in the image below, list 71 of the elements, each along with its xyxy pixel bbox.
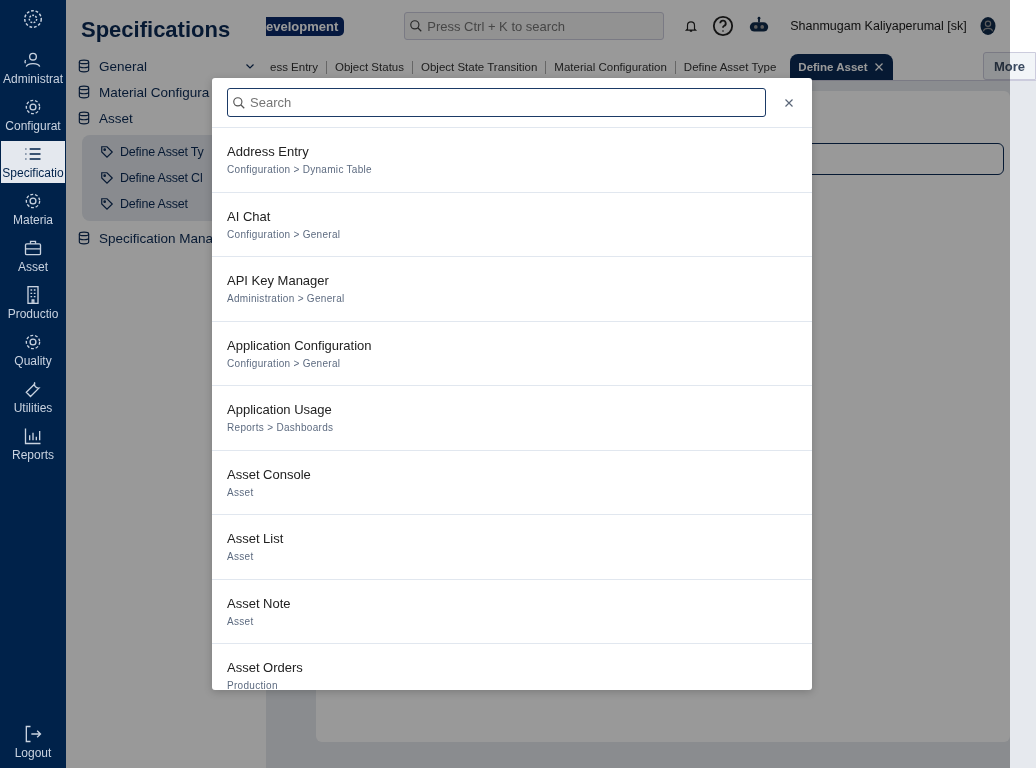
result-path: Asset (227, 551, 255, 563)
tag-icon (100, 197, 114, 211)
bell-icon[interactable] (684, 19, 699, 33)
search-result[interactable]: AI Chat Configuration > General (212, 192, 812, 257)
search-result[interactable]: Asset Orders Production (212, 644, 812, 690)
rail-item[interactable]: Specificatio (1, 141, 65, 183)
search-result[interactable]: Asset Note Asset (212, 579, 812, 644)
search-result[interactable]: Asset List Asset (212, 515, 812, 580)
tag-icon (100, 145, 114, 159)
gear-icon (23, 97, 43, 117)
page-tab[interactable]: ess Entry (266, 54, 326, 80)
briefcase-icon (23, 238, 43, 258)
search-icon (409, 19, 424, 33)
page-tab[interactable]: Object State Transition (413, 54, 546, 80)
result-path: Asset (227, 615, 255, 627)
page-tab[interactable]: Define Asset Type (675, 54, 785, 80)
search-result[interactable]: Application Usage Reports > Dashboards (212, 386, 812, 451)
search-result[interactable]: Asset Console Asset (212, 450, 812, 515)
rail-item[interactable]: Administrat (1, 47, 65, 89)
result-title: Address Entry (227, 144, 310, 160)
result-path: Configuration > Dynamic Table (227, 164, 373, 176)
bar-chart-icon (23, 426, 43, 446)
result-title: AI Chat (227, 208, 272, 224)
avatar-icon[interactable] (978, 14, 997, 38)
rail-item[interactable]: Quality (1, 329, 65, 371)
rail-item[interactable]: Asset (1, 235, 65, 277)
global-search-field[interactable]: Press Ctrl + K to search (404, 12, 665, 40)
result-title: Asset List (227, 531, 285, 547)
logout-icon (23, 724, 43, 744)
sidebar-title: Specifications (81, 17, 232, 43)
result-title: Asset Orders (227, 660, 304, 676)
logout-button[interactable]: Logout (1, 721, 65, 763)
database-icon (77, 85, 91, 99)
more-button[interactable]: More (982, 52, 1036, 80)
users-icon (23, 50, 43, 70)
gear-icon (23, 191, 43, 211)
page-tab[interactable]: Object Status (326, 54, 412, 80)
search-field[interactable]: Search (227, 88, 766, 117)
database-icon (77, 111, 91, 125)
environment-badge: evelopment (266, 16, 345, 36)
result-title: Application Usage (227, 402, 333, 418)
page-tab[interactable]: Material Configuration (546, 54, 675, 80)
rail-item[interactable]: Utilities (1, 376, 65, 418)
search-result[interactable]: Address Entry Configuration > Dynamic Table (212, 128, 812, 193)
gear-logo-icon (22, 8, 44, 30)
rail-item[interactable]: Productio (1, 282, 65, 324)
database-icon (77, 231, 91, 245)
close-icon[interactable] (872, 61, 885, 73)
gear-icon (23, 332, 43, 352)
page-tab[interactable]: Define Asset (790, 54, 893, 80)
rail-item[interactable]: Materia (1, 188, 65, 230)
tag-icon (100, 171, 114, 185)
result-path: Asset (227, 486, 255, 498)
database-icon (77, 59, 91, 73)
rail-item[interactable]: Configurat (1, 94, 65, 136)
result-title: Application Configuration (227, 337, 373, 353)
sidebar-item[interactable]: General (66, 53, 266, 79)
help-icon[interactable] (712, 15, 735, 37)
result-path: Configuration > General (227, 357, 342, 369)
result-path: Configuration > General (227, 228, 342, 240)
result-title: Asset Console (227, 466, 312, 482)
result-path: Administration > General (227, 293, 346, 305)
user-name: Shanmugam Kaliyaperumal [sk] (790, 19, 967, 33)
result-title: Asset Note (227, 595, 292, 611)
result-path: Reports > Dashboards (227, 422, 335, 434)
search-icon (232, 95, 246, 110)
search-result[interactable]: Application Configuration Configuration > General (212, 321, 812, 386)
result-title: API Key Manager (227, 273, 330, 289)
rail-item[interactable]: Reports (1, 423, 65, 465)
result-path: Production (227, 680, 279, 690)
search-result[interactable]: API Key Manager Administration > General (212, 257, 812, 322)
